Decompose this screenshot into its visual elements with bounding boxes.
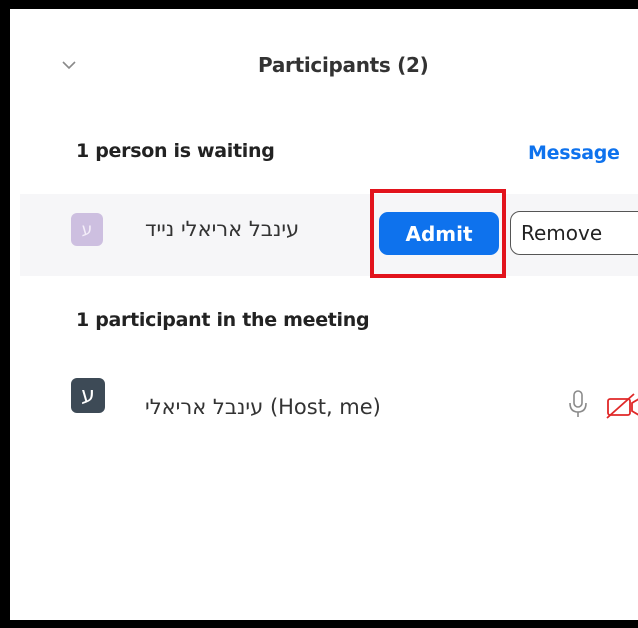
meeting-section-label: 1 participant in the meeting — [76, 309, 370, 331]
panel-header: Participants (2) — [20, 42, 638, 82]
chevron-down-icon[interactable] — [60, 56, 78, 74]
waiting-participant-name: עינבל אריאלי נייד — [145, 217, 300, 241]
message-button[interactable]: Message — [528, 142, 620, 164]
remove-button[interactable]: Remove — [510, 211, 638, 255]
avatar: ע — [71, 213, 103, 246]
video-off-icon[interactable] — [606, 393, 638, 419]
avatar-initial: ע — [81, 219, 93, 240]
panel-title: Participants (2) — [258, 53, 429, 77]
avatar-initial: ע — [81, 383, 95, 408]
window-frame: Participants (2) 1 person is waiting Mes… — [0, 0, 638, 628]
waiting-section-label: 1 person is waiting — [76, 140, 275, 162]
avatar: ע — [71, 378, 105, 413]
microphone-icon[interactable] — [568, 389, 588, 419]
participants-panel: Participants (2) 1 person is waiting Mes… — [20, 18, 638, 612]
admit-button[interactable]: Admit — [379, 212, 499, 255]
host-role-suffix: (Host, me) — [263, 395, 381, 419]
host-participant-name: עינבל אריאלי (Host, me) — [145, 395, 381, 419]
host-name-text: עינבל אריאלי — [145, 395, 264, 419]
